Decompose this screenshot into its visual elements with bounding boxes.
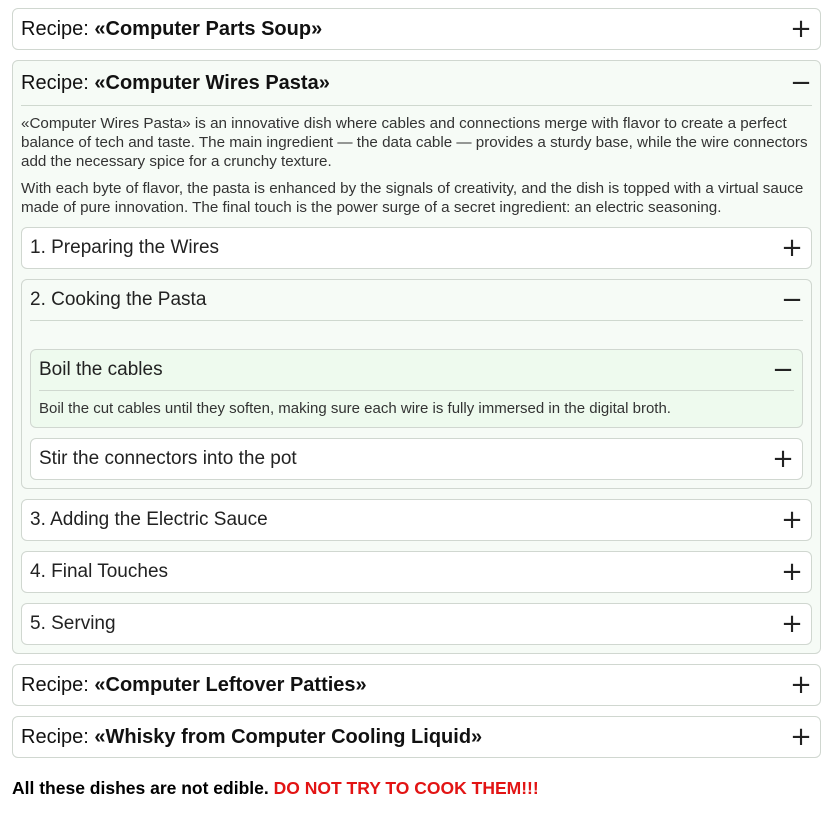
recipe-header-computer-parts-soup[interactable]: Recipe: «Computer Parts Soup» + <box>13 9 820 49</box>
step-accordion-cooking-pasta: 2. Cooking the Pasta − Boil the cables −… <box>21 279 812 489</box>
plus-icon[interactable]: + <box>781 611 803 637</box>
disclaimer-text: All these dishes are not edible. <box>12 778 274 798</box>
substep-accordion-stir-connectors: Stir the connectors into the pot + <box>30 438 803 480</box>
recipe-header-whisky-cooling-liquid[interactable]: Recipe: «Whisky from Computer Cooling Li… <box>13 717 820 757</box>
substep-header-stir-connectors[interactable]: Stir the connectors into the pot + <box>31 439 802 479</box>
plus-icon[interactable]: + <box>781 507 803 533</box>
step-header-electric-sauce[interactable]: 3. Adding the Electric Sauce + <box>22 500 811 540</box>
recipe-title: Recipe: «Computer Parts Soup» <box>21 17 323 40</box>
footer-disclaimer: All these dishes are not edible. DO NOT … <box>12 778 821 799</box>
plus-icon[interactable]: + <box>781 235 803 261</box>
disclaimer-warning: DO NOT TRY TO COOK THEM!!! <box>273 778 539 798</box>
minus-icon[interactable]: − <box>790 70 812 96</box>
substep-title: Boil the cables <box>39 359 163 380</box>
recipe-accordion-computer-parts-soup: Recipe: «Computer Parts Soup» + <box>12 8 821 50</box>
recipe-title: Recipe: «Computer Wires Pasta» <box>21 71 330 94</box>
recipe-body: «Computer Wires Pasta» is an innovative … <box>13 106 820 653</box>
step-header-preparing-wires[interactable]: 1. Preparing the Wires + <box>22 228 811 268</box>
recipe-accordion-whisky-cooling-liquid: Recipe: «Whisky from Computer Cooling Li… <box>12 716 821 758</box>
step-header-final-touches[interactable]: 4. Final Touches + <box>22 552 811 592</box>
step-accordion-preparing-wires: 1. Preparing the Wires + <box>21 227 812 269</box>
recipe-accordion-computer-wires-pasta: Recipe: «Computer Wires Pasta» − «Comput… <box>12 60 821 654</box>
plus-icon[interactable]: + <box>790 16 812 42</box>
recipe-title: Recipe: «Computer Leftover Patties» <box>21 673 367 696</box>
recipes-page: Recipe: «Computer Parts Soup» + Recipe: … <box>0 0 833 799</box>
step-title: 5. Serving <box>30 613 116 634</box>
step-accordion-electric-sauce: 3. Adding the Electric Sauce + <box>21 499 812 541</box>
step-accordion-final-touches: 4. Final Touches + <box>21 551 812 593</box>
step-title: 1. Preparing the Wires <box>30 237 220 258</box>
recipe-description-paragraph: «Computer Wires Pasta» is an innovative … <box>21 115 808 170</box>
minus-icon[interactable]: − <box>772 357 794 383</box>
recipe-header-computer-leftover-patties[interactable]: Recipe: «Computer Leftover Patties» + <box>13 665 820 705</box>
step-title: 2. Cooking the Pasta <box>30 289 207 310</box>
step-header-serving[interactable]: 5. Serving + <box>22 604 811 644</box>
step-header-cooking-pasta[interactable]: 2. Cooking the Pasta − <box>22 280 811 320</box>
plus-icon[interactable]: + <box>790 724 812 750</box>
recipe-header-computer-wires-pasta[interactable]: Recipe: «Computer Wires Pasta» − <box>13 61 820 105</box>
step-title: 4. Final Touches <box>30 561 169 582</box>
step-title: 3. Adding the Electric Sauce <box>30 509 268 530</box>
plus-icon[interactable]: + <box>790 672 812 698</box>
recipe-description-paragraph: With each byte of flavor, the pasta is e… <box>21 180 804 216</box>
substep-title: Stir the connectors into the pot <box>39 448 297 469</box>
minus-icon[interactable]: − <box>781 287 803 313</box>
recipe-accordion-computer-leftover-patties: Recipe: «Computer Leftover Patties» + <box>12 664 821 706</box>
plus-icon[interactable]: + <box>772 446 794 472</box>
plus-icon[interactable]: + <box>781 559 803 585</box>
substep-accordion-boil-cables: Boil the cables − Boil the cut cables un… <box>30 349 803 428</box>
substep-header-boil-cables[interactable]: Boil the cables − <box>31 350 802 390</box>
step-body: Boil the cables − Boil the cut cables un… <box>22 321 811 488</box>
substep-text: Boil the cut cables until they soften, m… <box>39 400 671 417</box>
recipe-title: Recipe: «Whisky from Computer Cooling Li… <box>21 725 483 748</box>
step-accordion-serving: 5. Serving + <box>21 603 812 645</box>
